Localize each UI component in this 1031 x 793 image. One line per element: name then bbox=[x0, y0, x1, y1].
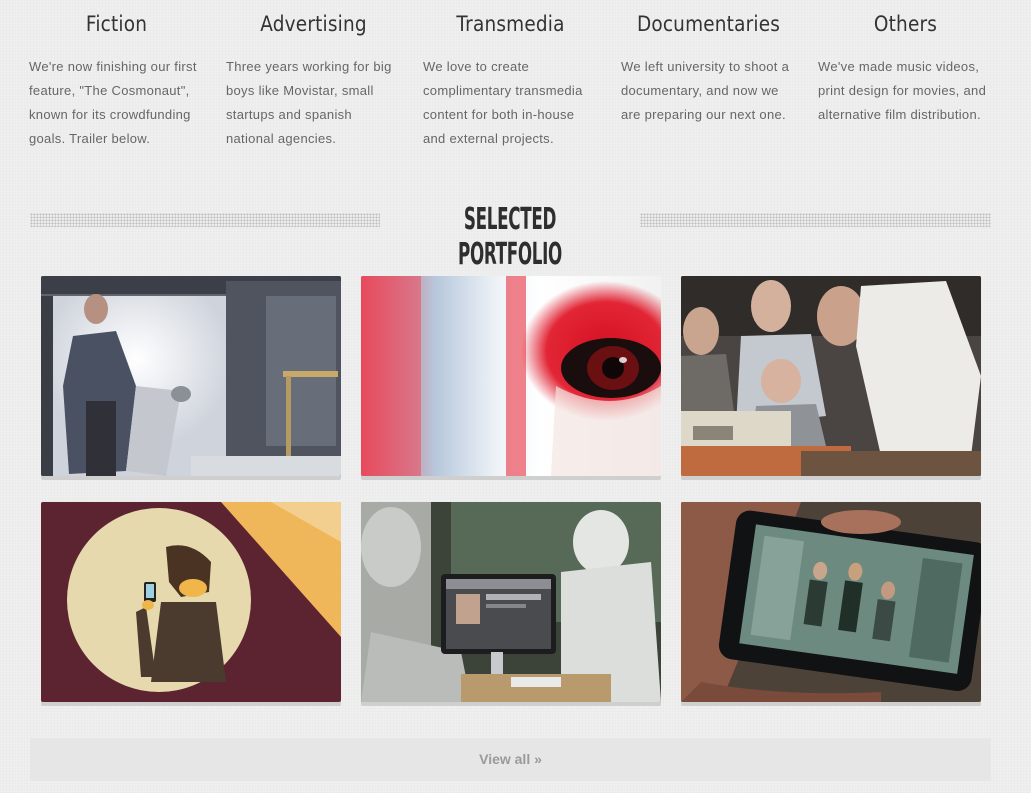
service-transmedia: Transmedia We love to create complimenta… bbox=[423, 12, 598, 151]
service-advertising: Advertising Three years working for big … bbox=[226, 12, 401, 151]
service-description: We love to create complimentary transmed… bbox=[423, 59, 583, 146]
service-title: Documentaries bbox=[636, 12, 781, 36]
cosmonaut-still-image bbox=[41, 276, 341, 476]
team-at-computer-image bbox=[681, 276, 981, 476]
lab-computer-image bbox=[361, 502, 661, 702]
portfolio-item-4[interactable] bbox=[41, 502, 341, 702]
portfolio-item-5[interactable] bbox=[361, 502, 661, 702]
service-description: Three years working for big boys like Mo… bbox=[226, 59, 392, 146]
service-description: We left university to shoot a documentar… bbox=[621, 59, 790, 122]
service-fiction: Fiction We're now finishing our first fe… bbox=[29, 12, 204, 151]
illustration-phone-man-image bbox=[41, 502, 341, 702]
service-description: We're now finishing our first feature, "… bbox=[29, 59, 197, 146]
portfolio-item-3[interactable] bbox=[681, 276, 981, 476]
service-title: Others bbox=[873, 12, 938, 36]
portfolio-item-6[interactable] bbox=[681, 502, 981, 702]
portfolio-title: SELECTED PORTFOLIO bbox=[458, 202, 562, 272]
portfolio-heading: SELECTED PORTFOLIO bbox=[30, 200, 991, 272]
service-title: Transmedia bbox=[456, 12, 565, 36]
service-title: Fiction bbox=[85, 12, 148, 36]
services-section: Fiction We're now finishing our first fe… bbox=[0, 0, 1031, 170]
red-eye-closeup-image bbox=[361, 276, 661, 476]
service-title: Advertising bbox=[260, 12, 367, 36]
portfolio-item-1[interactable] bbox=[41, 276, 341, 476]
portfolio-item-2[interactable] bbox=[361, 276, 661, 476]
hand-holding-phone-image bbox=[681, 502, 981, 702]
view-all-button[interactable]: View all » bbox=[30, 738, 991, 781]
service-description: We've made music videos, print design fo… bbox=[818, 59, 987, 122]
service-others: Others We've made music videos, print de… bbox=[818, 12, 993, 127]
dotted-divider-left bbox=[30, 213, 380, 227]
dotted-divider-right bbox=[640, 213, 991, 227]
service-documentaries: Documentaries We left university to shoo… bbox=[621, 12, 796, 127]
